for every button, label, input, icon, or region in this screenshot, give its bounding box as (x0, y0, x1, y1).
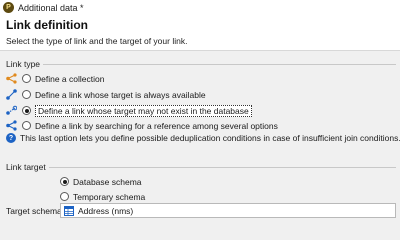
option-search-reference-label: Define a link by searching for a referen… (35, 120, 278, 131)
link-target-divider (6, 167, 396, 168)
option-may-not-exist-label: Define a link whose target may not exist… (35, 104, 252, 117)
target-schema-field[interactable]: Address (nms) (60, 203, 396, 218)
option-database-schema[interactable]: Database schema (60, 175, 142, 188)
window-titlebar: P Additional data * (0, 0, 400, 15)
option-search-reference[interactable]: Define a link by searching for a referen… (6, 119, 278, 132)
info-text: This last option lets you define possibl… (20, 133, 400, 143)
page-header: Link definition Select the type of link … (0, 15, 400, 51)
option-always-available[interactable]: Define a link whose target is always ava… (6, 88, 206, 101)
radio-search-reference[interactable] (22, 121, 31, 130)
radio-collection[interactable] (22, 74, 31, 83)
reconciliation-link-icon (6, 120, 17, 131)
radio-may-not-exist[interactable] (22, 106, 31, 115)
page-subtitle: Select the type of link and the target o… (6, 36, 188, 46)
link-type-divider (6, 64, 396, 65)
collection-link-icon (6, 73, 17, 84)
radio-always-available[interactable] (22, 90, 31, 99)
optional-link-icon (6, 105, 17, 116)
link-target-group-label: Link target (6, 162, 49, 172)
window-title: Additional data * (18, 2, 84, 13)
page-title: Link definition (6, 18, 88, 32)
option-temporary-schema[interactable]: Temporary schema (60, 190, 145, 203)
radio-database-schema[interactable] (60, 177, 69, 186)
schema-table-icon (64, 205, 74, 216)
target-schema-label: Target schema: (6, 206, 65, 216)
info-note: ? This last option lets you define possi… (6, 133, 400, 143)
option-always-available-label: Define a link whose target is always ava… (35, 89, 206, 100)
link-type-group-label: Link type (6, 59, 44, 69)
app-icon: P (3, 2, 14, 13)
option-collection[interactable]: Define a collection (6, 72, 104, 85)
simple-link-icon (6, 89, 17, 100)
radio-temporary-schema[interactable] (60, 192, 69, 201)
target-schema-value: Address (nms) (78, 205, 134, 216)
option-database-schema-label: Database schema (73, 176, 142, 187)
option-collection-label: Define a collection (35, 73, 105, 84)
info-icon: ? (6, 133, 16, 143)
option-may-not-exist[interactable]: Define a link whose target may not exist… (6, 104, 252, 117)
option-temporary-schema-label: Temporary schema (73, 191, 146, 202)
